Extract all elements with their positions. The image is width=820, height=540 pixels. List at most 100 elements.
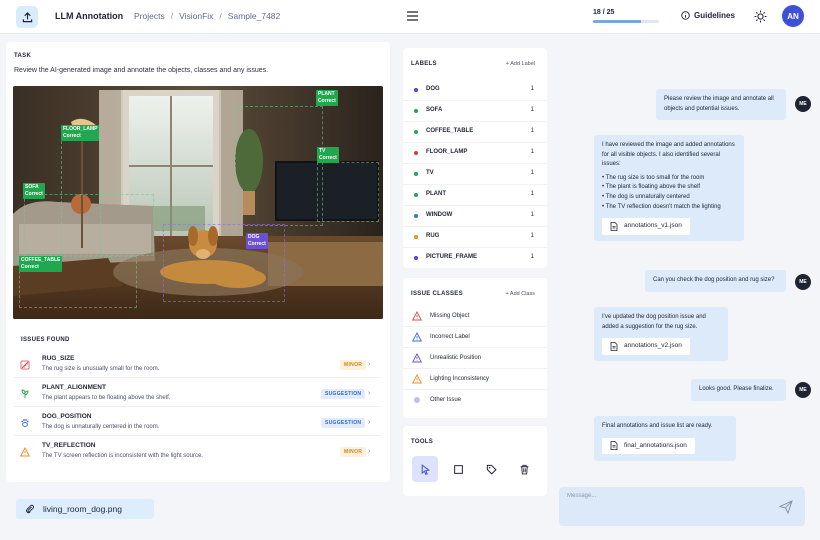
issue-class-name: Other Issue [430,397,462,403]
label-row[interactable]: SOFA 1 [403,101,547,122]
tag-tv[interactable]: TV Correct [317,147,339,163]
hamburger-menu-icon[interactable] [407,11,418,21]
message-text: I have reviewed the image and added anno… [602,142,735,168]
bbox-sofa[interactable] [24,194,154,256]
message-text: I've updated the dog position issue and … [602,314,706,330]
file-attachment[interactable]: final_annotations.json [602,437,695,454]
issue-row-plant-alignment[interactable]: PLANT_ALIGNMENT The plant appears to be … [14,381,382,407]
tools-panel: TOOLS [403,426,547,496]
message-input[interactable] [567,493,767,499]
issue-class-row[interactable]: Incorrect Label [403,327,547,348]
tag-dog[interactable]: DOG Correct [246,233,268,249]
upload-button[interactable] [16,6,38,28]
tag-plant[interactable]: PLANT Correct [316,90,338,106]
attached-file-chip[interactable]: living_room_dog.png [16,499,154,519]
issue-class-row[interactable]: Other Issue [403,390,547,411]
label-row[interactable]: PLANT 1 [403,185,547,206]
issue-row-rug-size[interactable]: RUG_SIZE The rug size is unusually small… [14,352,382,378]
label-row[interactable]: FLOOR_LAMP 1 [403,143,547,164]
issue-description: The TV screen reflection is inconsistent… [42,453,203,459]
annotated-image-canvas[interactable]: FLOOR_LAMP Correct PLANT Correct TV Correct… [13,86,383,319]
severity-badge: SUGGESTION [321,418,366,428]
file-attachment[interactable]: annotations_v1.json [602,218,690,235]
guidelines-button[interactable]: Guidelines [681,11,735,20]
user-avatar-me: ME [795,96,811,112]
user-message: Looks good. Please finalize. [691,379,786,401]
issue-class-row[interactable]: Unrealistic Position [403,348,547,369]
chevron-right-icon[interactable]: › [368,361,370,368]
label-color-dot [414,130,418,134]
assistant-message: Final annotations and issue list are rea… [594,416,736,461]
breadcrumb: Projects / VisionFix / Sample_7482 [134,11,280,21]
bbox-plant[interactable] [235,106,323,226]
label-count: 1 [530,107,534,113]
label-row[interactable]: DOG 1 [403,80,547,101]
user-avatar[interactable]: AN [782,5,804,27]
label-count: 1 [530,254,534,260]
label-name: RUG [426,233,440,239]
breadcrumb-projects[interactable]: Projects [134,11,165,21]
label-row[interactable]: TV 1 [403,164,547,185]
issue-row-tv-reflection[interactable]: TV_REFLECTION The TV screen reflection i… [14,439,382,465]
plant-icon [21,389,29,398]
label-color-dot [414,214,418,218]
bounding-box-tool-button[interactable] [445,456,471,482]
message-text: Please review the image and annotate all… [664,96,774,112]
issue-description: The rug size is unusually small for the … [42,366,160,372]
delete-tool-button[interactable] [511,456,537,482]
chevron-right-icon[interactable]: › [368,419,370,426]
label-row[interactable]: WINDOW 1 [403,206,547,227]
label-color-dot [414,109,418,113]
label-name: WINDOW [426,212,453,218]
select-tool-button[interactable] [412,456,438,482]
label-count: 1 [530,170,534,176]
file-icon [610,341,618,351]
add-class-button[interactable]: + Add Class [505,291,535,297]
breadcrumb-separator: / [170,11,174,21]
progress-counter: 18 / 25 [593,9,615,16]
assistant-message: I have reviewed the image and added anno… [594,135,744,242]
tag-floor-lamp[interactable]: FLOOR_LAMP Correct [61,125,100,141]
label-row[interactable]: RUG 1 [403,227,547,248]
message-composer [559,487,805,526]
bbox-tv[interactable] [317,162,379,222]
user-avatar-me: ME [795,274,811,290]
label-count: 1 [530,149,534,155]
attached-file-name: living_room_dog.png [43,504,122,514]
label-row[interactable]: COFFEE_TABLE 1 [403,122,547,143]
label-name: COFFEE_TABLE [426,128,474,134]
issue-title: RUG_SIZE [42,355,75,362]
send-icon[interactable] [779,500,793,514]
warning-triangle-icon [412,311,422,321]
chevron-right-icon[interactable]: › [368,448,370,455]
file-attachment[interactable]: annotations_v2.json [602,338,690,355]
label-color-dot [414,235,418,239]
add-label-button[interactable]: + Add Label [506,61,535,67]
list-item: The dog is unnaturally centered [602,193,736,203]
user-avatar-me: ME [795,382,811,398]
chevron-right-icon[interactable]: › [368,390,370,397]
tag-sofa[interactable]: SOFA Correct [23,183,45,199]
list-item: The rug size is too small for the room [602,174,736,184]
label-name: PICTURE_FRAME [426,254,478,260]
severity-badge: MINOR [340,360,367,370]
label-row[interactable]: PICTURE_FRAME 1 [403,248,547,269]
tag-coffee-table[interactable]: COFFEE_TABLE Correct [19,256,63,272]
label-name: SOFA [426,107,443,113]
ruler-icon [20,360,30,370]
issue-class-row[interactable]: Missing Object [403,306,547,327]
issue-description: The dog is unnaturally centered in the r… [42,424,160,430]
tag-tool-button[interactable] [478,456,504,482]
cursor-icon [421,463,430,475]
assistant-message: I've updated the dog position issue and … [594,307,728,362]
issue-class-name: Unrealistic Position [430,355,482,361]
warning-triangle-icon [412,353,422,363]
issue-class-row[interactable]: Lighting Inconsistency [403,369,547,390]
breadcrumb-separator: / [219,11,222,21]
circle-icon [414,397,420,403]
breadcrumb-visionfix[interactable]: VisionFix [179,11,213,21]
label-count: 1 [530,191,534,197]
message-text: Looks good. Please finalize. [699,386,774,392]
issue-row-dog-position[interactable]: DOG_POSITION The dog is unnaturally cent… [14,410,382,436]
theme-toggle-sun-icon[interactable] [754,10,767,23]
